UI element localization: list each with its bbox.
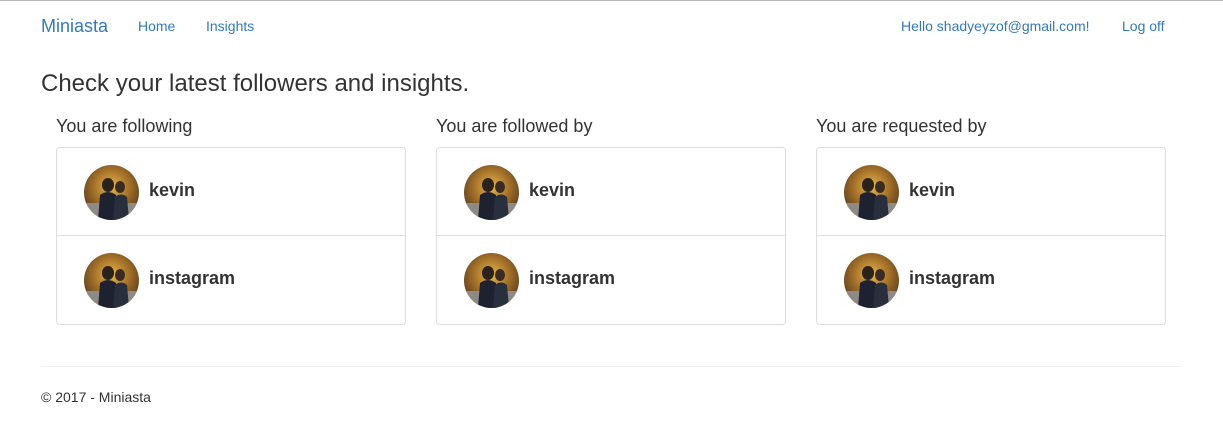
list-item[interactable]: kevin <box>57 148 405 236</box>
avatar-icon <box>84 253 139 308</box>
username: kevin <box>529 180 576 200</box>
brand-link[interactable]: Miniasta <box>41 16 108 37</box>
list-item[interactable]: instagram <box>437 236 785 324</box>
avatar-icon <box>844 165 899 220</box>
followed-by-list: kevin instagram <box>436 147 786 325</box>
username: instagram <box>909 268 996 288</box>
avatar-icon <box>464 253 519 308</box>
following-list: kevin instagram <box>56 147 406 325</box>
username: instagram <box>149 268 236 288</box>
footer-text: © 2017 - Miniasta <box>41 389 151 405</box>
requested-by-column: You are requested by kevin instagram <box>816 115 1166 325</box>
list-item[interactable]: instagram <box>817 236 1165 324</box>
following-column: You are following kevin instagram <box>56 115 406 325</box>
followed-by-column: You are followed by kevin instagram <box>436 115 786 325</box>
list-item[interactable]: instagram <box>57 236 405 324</box>
avatar-icon <box>844 253 899 308</box>
followed-by-title: You are followed by <box>436 116 593 136</box>
avatar-icon <box>84 165 139 220</box>
username: instagram <box>529 268 616 288</box>
list-item[interactable]: kevin <box>817 148 1165 236</box>
nav-home-link[interactable]: Home <box>138 18 175 34</box>
page-title: Check your latest followers and insights… <box>41 70 470 97</box>
footer-divider <box>41 366 1181 367</box>
navbar: Miniasta Home Insights Hello shadyeyzof@… <box>0 1 1223 51</box>
username: kevin <box>149 180 196 200</box>
nav-insights-link[interactable]: Insights <box>206 18 254 34</box>
avatar-icon <box>464 165 519 220</box>
following-title: You are following <box>56 116 193 136</box>
requested-by-title: You are requested by <box>816 116 987 136</box>
user-greeting-link[interactable]: Hello shadyeyzof@gmail.com! <box>901 18 1090 34</box>
logoff-link[interactable]: Log off <box>1122 18 1165 34</box>
requested-by-list: kevin instagram <box>816 147 1166 325</box>
list-item[interactable]: kevin <box>437 148 785 236</box>
username: kevin <box>909 180 956 200</box>
